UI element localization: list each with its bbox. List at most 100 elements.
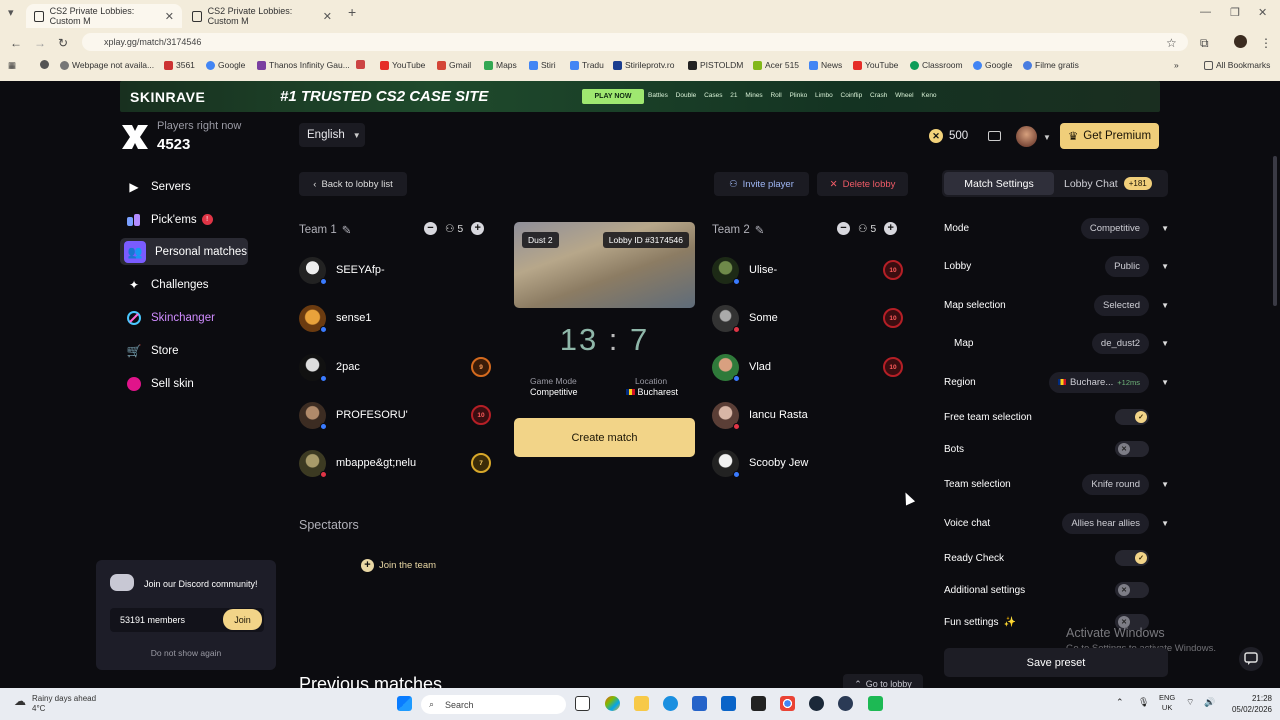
banner-play-button[interactable]: PLAY NOW xyxy=(582,89,644,104)
map-select[interactable]: de_dust2 xyxy=(1091,332,1149,354)
bookmark-item[interactable]: YouTube xyxy=(380,60,425,70)
sidebar-item-challenges[interactable]: ✦ Challenges xyxy=(120,271,248,298)
bookmark-item[interactable]: News xyxy=(809,60,842,70)
extensions-icon[interactable]: ⧉ xyxy=(1200,36,1209,51)
bookmark-item[interactable]: YouTube xyxy=(853,60,898,70)
team2-player[interactable]: Scooby Jew xyxy=(712,448,808,478)
taskbar-search[interactable]: ⌕ Search xyxy=(421,695,566,714)
menu-icon[interactable]: ⋮ xyxy=(1260,36,1272,50)
team1-player[interactable]: SEEYAfp- xyxy=(299,255,385,285)
keyboard-language[interactable]: ENG UK xyxy=(1159,693,1175,713)
bookmark-item[interactable]: Stiri xyxy=(529,60,556,70)
region-select[interactable]: Buchare... +12ms xyxy=(1048,371,1149,393)
bookmark-item[interactable]: Classroom xyxy=(910,60,963,70)
steam-icon[interactable] xyxy=(809,696,824,711)
join-the-team-button[interactable]: + Join the team xyxy=(361,559,436,572)
team1-player[interactable]: mbappe&gt;nelu xyxy=(299,448,416,478)
user-avatar[interactable] xyxy=(1016,126,1037,147)
bots-toggle[interactable]: ✕ xyxy=(1115,441,1149,457)
app-icon[interactable] xyxy=(838,696,853,711)
bookmark-item[interactable]: Thanos Infinity Gau... xyxy=(257,60,350,70)
chevron-down-icon[interactable]: ▼ xyxy=(1161,339,1169,348)
volume-icon[interactable]: 🔊 xyxy=(1204,697,1215,708)
file-explorer-icon[interactable] xyxy=(634,696,649,711)
mode-select[interactable]: Competitive xyxy=(1080,217,1149,239)
sidebar-item-personal-matches[interactable]: 👥 Personal matches xyxy=(120,238,248,265)
bookmark-item[interactable]: Stirileprotv.ro xyxy=(613,60,674,70)
browser-tab-1[interactable]: CS2 Private Lobbies: Custom M ✕ xyxy=(26,4,182,28)
ready-check-toggle[interactable]: ✓ xyxy=(1115,550,1149,566)
reload-icon[interactable]: ↻ xyxy=(58,36,68,50)
chevron-up-icon[interactable]: ⌃ xyxy=(1116,697,1124,708)
profile-icon[interactable] xyxy=(1234,35,1247,48)
free-team-selection-toggle[interactable]: ✓ xyxy=(1115,409,1149,425)
bookmark-item[interactable]: Gmail xyxy=(437,60,471,70)
back-icon[interactable]: ← xyxy=(10,36,22,50)
tab-search-icon[interactable]: ▾ xyxy=(8,6,14,19)
close-window-icon[interactable]: ✕ xyxy=(1258,6,1267,19)
save-preset-button[interactable]: Save preset xyxy=(944,648,1168,677)
coin-balance[interactable]: ✕ 500 xyxy=(929,129,968,143)
invite-player-button[interactable]: ⚇ Invite player xyxy=(714,172,809,196)
close-tab-icon[interactable]: ✕ xyxy=(323,10,332,23)
delete-lobby-button[interactable]: ✕ Delete lobby xyxy=(817,172,908,196)
chat-bubble-icon[interactable] xyxy=(1239,647,1263,671)
sidebar-item-store[interactable]: 🛒 Store xyxy=(120,337,248,364)
app-icon[interactable] xyxy=(751,696,766,711)
bookmark-item[interactable] xyxy=(40,60,49,69)
xplay-logo-icon[interactable] xyxy=(120,123,150,151)
maximize-icon[interactable]: ❐ xyxy=(1230,6,1240,19)
store-icon[interactable] xyxy=(692,696,707,711)
create-match-button[interactable]: Create match xyxy=(514,418,695,457)
team2-player[interactable]: Vlad xyxy=(712,352,771,382)
chevron-down-icon[interactable]: ▼ xyxy=(1161,480,1169,489)
skinrave-ad-banner[interactable]: SKINRAVE #1 TRUSTED CS2 CASE SITE PLAY N… xyxy=(120,81,1160,112)
chevron-down-icon[interactable]: ▼ xyxy=(1161,224,1169,233)
bookmark-item[interactable]: Tradu xyxy=(570,60,604,70)
bookmark-star-icon[interactable]: ☆ xyxy=(1166,36,1177,50)
chevron-down-icon[interactable]: ▼ xyxy=(1043,133,1051,142)
bookmark-item[interactable]: Google xyxy=(973,60,1012,70)
chevron-down-icon[interactable]: ▼ xyxy=(1161,262,1169,271)
weather-widget[interactable]: ☁ Rainy days ahead 4°C xyxy=(14,694,96,714)
bookmark-item[interactable]: Google xyxy=(206,60,245,70)
bookmark-item[interactable] xyxy=(356,60,365,69)
sidebar-item-sell-skin[interactable]: Sell skin xyxy=(120,370,248,397)
sidebar-item-servers[interactable]: ▶ Servers xyxy=(120,173,248,200)
chevron-down-icon[interactable]: ▼ xyxy=(1161,519,1169,528)
map-selection-select[interactable]: Selected xyxy=(1094,294,1149,316)
minimize-icon[interactable]: — xyxy=(1200,6,1211,18)
tab-match-settings[interactable]: Match Settings xyxy=(944,172,1054,195)
bookmark-item[interactable]: 3561 xyxy=(164,60,195,70)
sidebar-item-pickems[interactable]: Pick'ems ! xyxy=(120,206,248,233)
go-to-lobby-button[interactable]: ⌃ Go to lobby xyxy=(843,674,923,688)
bookmark-item[interactable]: Webpage not availa... xyxy=(60,60,154,70)
bookmark-item[interactable]: PISTOLDM xyxy=(688,60,743,70)
team2-player[interactable]: Iancu Rasta xyxy=(712,400,808,430)
team1-decrease-button[interactable]: − xyxy=(424,222,437,235)
chevron-down-icon[interactable]: ▼ xyxy=(1161,301,1169,310)
do-not-show-again-link[interactable]: Do not show again xyxy=(96,648,276,658)
additional-settings-toggle[interactable]: ✕ xyxy=(1115,582,1149,598)
edge-icon[interactable] xyxy=(663,696,678,711)
edit-pencil-icon[interactable]: ✎ xyxy=(755,223,765,237)
bookmark-item[interactable]: Maps xyxy=(484,60,517,70)
back-to-lobby-list-button[interactable]: ‹ Back to lobby list xyxy=(299,172,407,196)
team2-player[interactable]: Some xyxy=(712,303,778,333)
new-tab-icon[interactable]: + xyxy=(348,4,356,20)
outlook-icon[interactable] xyxy=(721,696,736,711)
microphone-icon[interactable]: 🎙 xyxy=(1138,697,1149,708)
more-bookmarks-icon[interactable]: » xyxy=(1174,60,1179,70)
team1-increase-button[interactable]: + xyxy=(471,222,485,235)
team2-player[interactable]: Ulise- xyxy=(712,255,777,285)
windows-start-icon[interactable] xyxy=(397,696,412,711)
app-icon[interactable] xyxy=(868,696,883,711)
bookmark-item[interactable]: Filme gratis xyxy=(1023,60,1079,70)
discord-join-button[interactable]: Join xyxy=(223,609,262,630)
team1-player[interactable]: sense1 xyxy=(299,303,371,333)
copilot-icon[interactable] xyxy=(605,696,620,711)
chevron-down-icon[interactable]: ▼ xyxy=(1161,378,1169,387)
mail-icon[interactable] xyxy=(988,131,1001,141)
forward-icon[interactable]: → xyxy=(34,36,46,50)
team-selection-select[interactable]: Knife round xyxy=(1082,473,1149,495)
